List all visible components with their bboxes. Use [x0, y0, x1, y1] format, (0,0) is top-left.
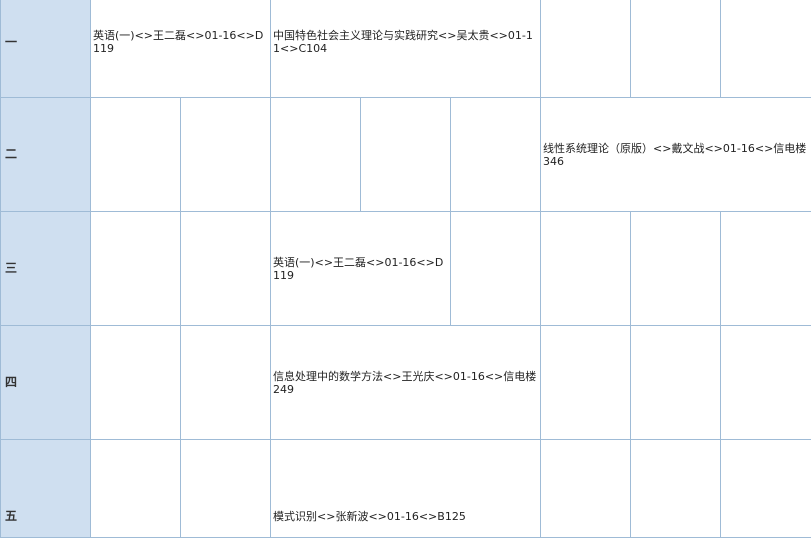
timetable-cell-empty[interactable] [181, 212, 271, 326]
timetable-cell-empty[interactable] [181, 98, 271, 212]
row-day-3: 三 英语(一)<>王二磊<>01-16<>D119 [1, 212, 811, 326]
timetable-cell-empty[interactable] [91, 326, 181, 440]
course-entry[interactable]: 中国特色社会主义理论与实践研究<>吴太贵<>01-11<>C104 [273, 29, 538, 55]
timetable-cell[interactable]: 模式识别<>张新波<>01-16<>B125 [271, 440, 541, 538]
course-entry[interactable]: 线性系统理论（原版）<>戴文战<>01-16<>信电楼346 [543, 142, 809, 168]
course-entry[interactable]: 英语(一)<>王二磊<>01-16<>D119 [273, 256, 448, 282]
row-day-2: 二 线性系统理论（原版）<>戴文战<>01-16<>信电楼346 [1, 98, 811, 212]
timetable-cell-empty[interactable] [631, 326, 721, 440]
timetable-cell-empty[interactable] [541, 440, 631, 538]
timetable-cell-empty[interactable] [271, 98, 361, 212]
day-label: 四 [1, 326, 91, 440]
timetable-cell-empty[interactable] [721, 212, 811, 326]
row-day-5: 五 模式识别<>张新波<>01-16<>B125 [1, 440, 811, 538]
timetable-cell[interactable]: 英语(一)<>王二磊<>01-16<>D119 [271, 212, 451, 326]
timetable-cell-empty[interactable] [451, 98, 541, 212]
timetable-cell[interactable]: 信息处理中的数学方法<>王光庆<>01-16<>信电楼249 [271, 326, 541, 440]
timetable-cell-empty[interactable] [181, 440, 271, 538]
course-entry[interactable]: 信息处理中的数学方法<>王光庆<>01-16<>信电楼249 [273, 370, 538, 396]
timetable-cell[interactable]: 中国特色社会主义理论与实践研究<>吴太贵<>01-11<>C104 [271, 0, 541, 98]
timetable-cell-empty[interactable] [91, 440, 181, 538]
timetable-cell-empty[interactable] [721, 326, 811, 440]
timetable-cell-empty[interactable] [541, 0, 631, 98]
row-day-1: 一 英语(一)<>王二磊<>01-16<>D119 中国特色社会主义理论与实践研… [1, 0, 811, 98]
row-day-4: 四 信息处理中的数学方法<>王光庆<>01-16<>信电楼249 [1, 326, 811, 440]
course-entry[interactable]: 模式识别<>张新波<>01-16<>B125 [273, 510, 538, 523]
timetable-cell[interactable]: 线性系统理论（原版）<>戴文战<>01-16<>信电楼346 [541, 98, 811, 212]
timetable-grid: 一 英语(一)<>王二磊<>01-16<>D119 中国特色社会主义理论与实践研… [0, 0, 811, 538]
timetable-cell-empty[interactable] [181, 326, 271, 440]
timetable-cell[interactable]: 英语(一)<>王二磊<>01-16<>D119 [91, 0, 271, 98]
timetable-cell-empty[interactable] [541, 326, 631, 440]
timetable-cell-empty[interactable] [721, 0, 811, 98]
day-label: 五 [1, 440, 91, 538]
course-entry[interactable]: 英语(一)<>王二磊<>01-16<>D119 [93, 29, 268, 55]
day-label: 三 [1, 212, 91, 326]
timetable-cell-empty[interactable] [631, 0, 721, 98]
timetable-cell-empty[interactable] [451, 212, 541, 326]
day-label: 二 [1, 98, 91, 212]
timetable-cell-empty[interactable] [631, 212, 721, 326]
day-label: 一 [1, 0, 91, 98]
timetable-cell-empty[interactable] [721, 440, 811, 538]
timetable-cell-empty[interactable] [91, 98, 181, 212]
timetable-cell-empty[interactable] [541, 212, 631, 326]
timetable-cell-empty[interactable] [91, 212, 181, 326]
timetable-cell-empty[interactable] [631, 440, 721, 538]
timetable-cell-empty[interactable] [361, 98, 451, 212]
